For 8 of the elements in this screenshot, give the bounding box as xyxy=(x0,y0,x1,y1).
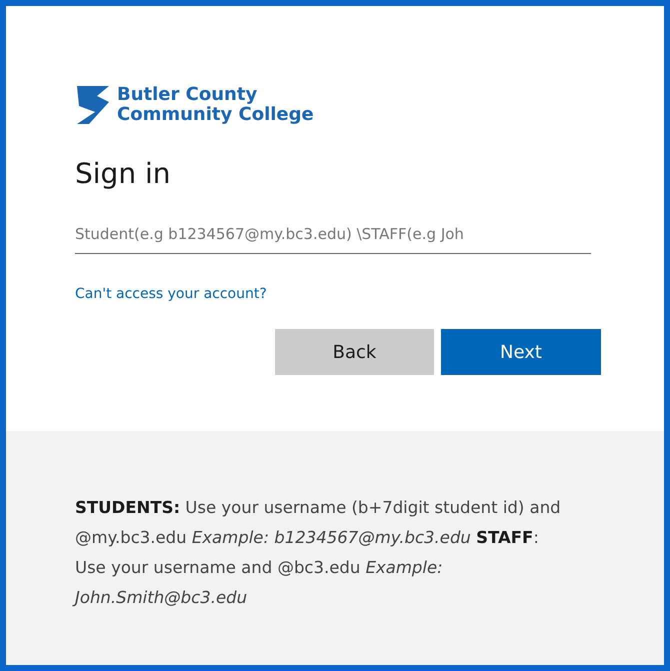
next-button[interactable]: Next xyxy=(441,329,601,375)
logo-text: Butler County xyxy=(117,85,258,105)
username-field[interactable]: Student(e.g b1234567@my.bc3.edu) \STAFF(e.g Joh xyxy=(75,214,591,254)
cant-access-account-link[interactable]: Can't access your account? xyxy=(75,284,267,305)
logo-icon xyxy=(75,84,111,126)
back-button[interactable]: Back xyxy=(275,329,434,375)
sign-in-title: Sign in xyxy=(75,156,172,192)
logo-text: Community College xyxy=(117,105,314,125)
